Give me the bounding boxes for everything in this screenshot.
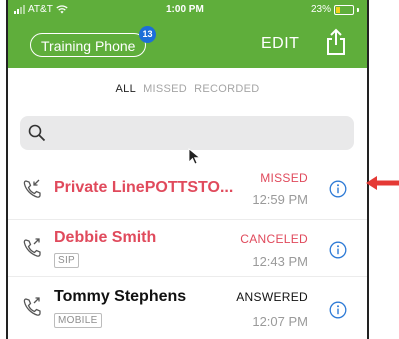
call-row[interactable]: Tommy Stephens MOBILE ANSWERED 12:07 PM — [8, 277, 367, 339]
status-time: 1:00 PM — [166, 4, 204, 15]
line-type-tag: MOBILE — [54, 313, 102, 328]
status-battery-group: 23% — [311, 4, 359, 15]
battery-icon — [334, 4, 354, 15]
signal-icon — [14, 5, 25, 14]
status-carrier-group: AT&T — [14, 4, 68, 15]
info-icon[interactable] — [329, 241, 347, 259]
call-row[interactable]: Debbie Smith SIP CANCELED 12:43 PM — [8, 220, 367, 277]
phone-screen: AT&T 1:00 PM 23% Training Phone 13 EDIT — [6, 0, 369, 339]
call-time: 12:43 PM — [252, 254, 308, 269]
notification-badge: 13 — [139, 26, 156, 43]
call-status: ANSWERED — [236, 290, 308, 304]
call-time: 12:59 PM — [252, 192, 308, 207]
line-type-tag: SIP — [54, 253, 80, 268]
caller-name: Tommy Stephens — [54, 288, 187, 305]
tab-recorded[interactable]: RECORDED — [194, 83, 259, 95]
app-header: AT&T 1:00 PM 23% Training Phone 13 EDIT — [8, 0, 367, 68]
account-selector-button[interactable]: Training Phone — [30, 33, 147, 57]
search-icon — [28, 124, 46, 142]
tab-missed[interactable]: MISSED — [143, 83, 187, 95]
info-icon[interactable] — [329, 180, 347, 198]
incoming-call-icon — [23, 179, 41, 198]
call-time: 12:07 PM — [252, 314, 308, 329]
battery-percent: 23% — [310, 4, 331, 15]
search-input[interactable] — [20, 116, 354, 150]
info-icon[interactable] — [329, 301, 347, 319]
status-bar: AT&T 1:00 PM 23% — [8, 0, 367, 20]
carrier-label: AT&T — [28, 4, 53, 15]
battery-tip — [357, 7, 359, 12]
call-status: CANCELED — [240, 232, 308, 246]
caller-name: Private LinePOTTSTO... — [54, 179, 234, 196]
tab-all[interactable]: ALL — [116, 83, 136, 95]
pointer-arrow-icon — [366, 176, 399, 190]
outgoing-call-icon — [23, 238, 41, 257]
caller-name: Debbie Smith — [54, 229, 157, 246]
wifi-icon — [56, 5, 68, 14]
edit-button[interactable]: EDIT — [261, 35, 299, 53]
call-row[interactable]: Private LinePOTTSTO... MISSED 12:59 PM — [8, 159, 367, 220]
share-icon[interactable] — [324, 28, 348, 56]
outgoing-call-icon — [23, 297, 41, 316]
filter-tabs: ALL MISSED RECORDED — [8, 83, 367, 95]
call-status: MISSED — [260, 171, 308, 185]
